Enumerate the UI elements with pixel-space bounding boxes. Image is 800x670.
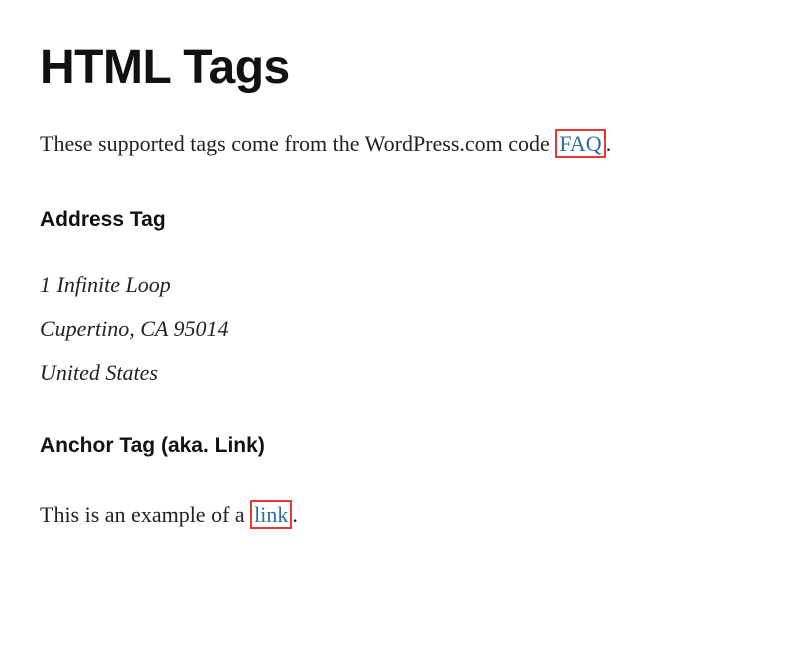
anchor-section-heading: Anchor Tag (aka. Link)	[40, 434, 760, 458]
address-line-2: Cupertino, CA 95014	[40, 316, 760, 342]
address-block: 1 Infinite Loop Cupertino, CA 95014 Unit…	[40, 272, 760, 386]
address-line-3: United States	[40, 360, 760, 386]
anchor-text-suffix: .	[292, 502, 298, 527]
address-section-heading: Address Tag	[40, 208, 760, 232]
anchor-text-prefix: This is an example of a	[40, 502, 250, 527]
intro-text-suffix: .	[606, 131, 612, 156]
address-line-1: 1 Infinite Loop	[40, 272, 760, 298]
intro-text-prefix: These supported tags come from the WordP…	[40, 131, 555, 156]
anchor-paragraph: This is an example of a link.	[40, 498, 760, 531]
faq-link[interactable]: FAQ	[555, 129, 605, 158]
intro-paragraph: These supported tags come from the WordP…	[40, 127, 760, 160]
page-title: HTML Tags	[40, 40, 760, 95]
example-link[interactable]: link	[250, 500, 292, 529]
